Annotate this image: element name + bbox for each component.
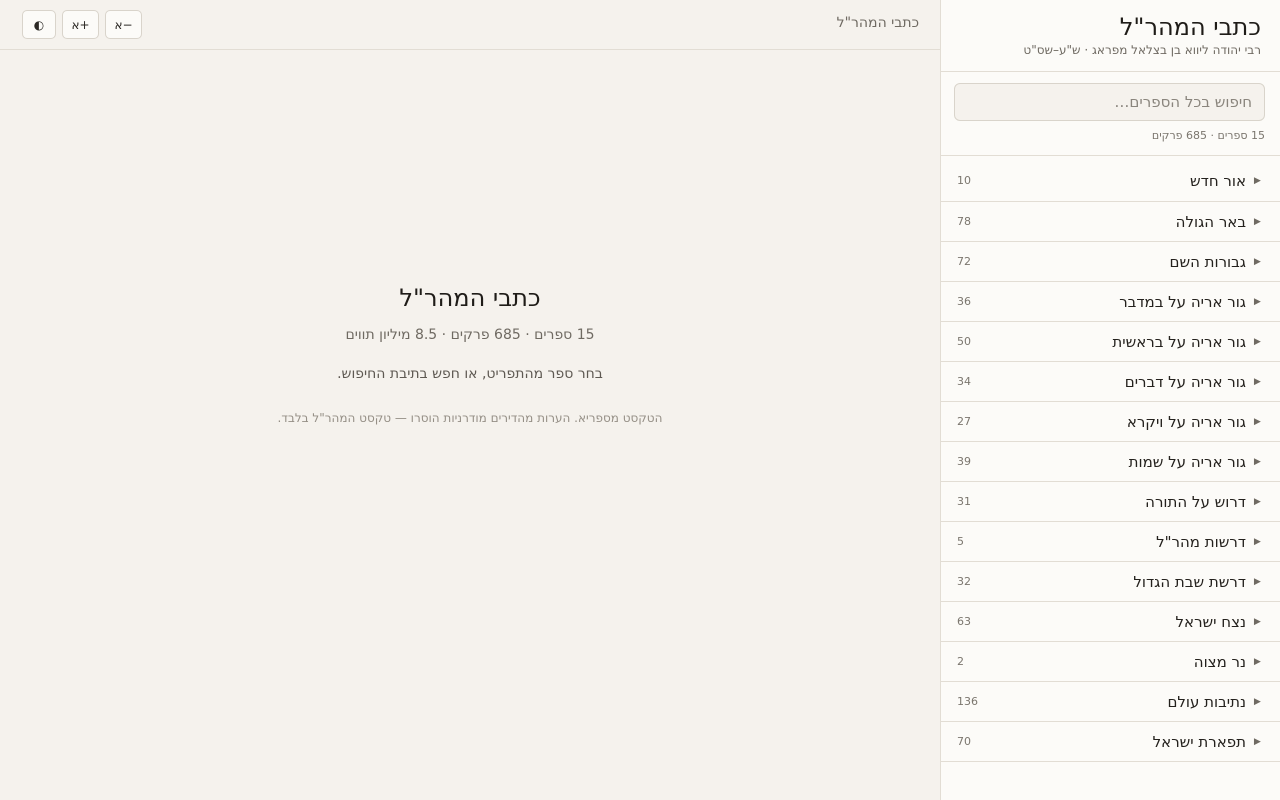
- expand-arrow-icon: ◀: [1254, 416, 1261, 427]
- library-stats: 15 ספרים · 685 פרקים: [1151, 129, 1265, 142]
- welcome-title: כתבי המהר"ל: [399, 284, 541, 312]
- book-item[interactable]: ◀ גור אריה על בראשית 50: [941, 322, 1280, 362]
- book-name: גבורות השם: [1169, 252, 1246, 271]
- book-item[interactable]: ◀ אור חדש 10: [941, 156, 1280, 202]
- book-item[interactable]: ◀ דרוש על התורה 31: [941, 482, 1280, 522]
- book-name: גור אריה על ויקרא: [1126, 412, 1246, 431]
- source-note: הטקסט מספריא. הערות מהדירים מודרניות הוס…: [277, 411, 663, 425]
- chapter-count: 31: [957, 495, 971, 508]
- book-item[interactable]: ◀ גור אריה על דברים 34: [941, 362, 1280, 402]
- expand-arrow-icon: ◀: [1254, 336, 1261, 347]
- chapter-count: 70: [957, 735, 971, 748]
- chapter-count: 50: [957, 335, 971, 348]
- chapter-count: 36: [957, 295, 971, 308]
- chapter-count: 78: [957, 215, 971, 228]
- sidebar-title: כתבי המהר"ל: [1119, 13, 1261, 41]
- expand-arrow-icon: ◀: [1254, 696, 1261, 707]
- chapter-count: 72: [957, 255, 971, 268]
- expand-arrow-icon: ◀: [1254, 256, 1261, 267]
- book-item[interactable]: ◀ באר הגולה 78: [941, 202, 1280, 242]
- book-name: גור אריה על במדבר: [1119, 292, 1246, 311]
- contrast-icon: ◐: [33, 17, 45, 32]
- book-name: אור חדש: [1190, 171, 1246, 190]
- book-list: ◀ אור חדש 10 ◀ באר הגולה 78 ◀ גבורות השם 72 ◀ גור …: [941, 156, 1280, 762]
- book-name: דרוש על התורה: [1145, 492, 1246, 511]
- chapter-count: 63: [957, 615, 971, 628]
- chapter-count: 5: [957, 535, 964, 548]
- book-name: דרשות מהר"ל: [1156, 532, 1246, 551]
- expand-arrow-icon: ◀: [1254, 616, 1261, 627]
- book-item[interactable]: ◀ גור אריה על במדבר 36: [941, 282, 1280, 322]
- book-item[interactable]: ◀ נתיבות עולם 136: [941, 682, 1280, 722]
- book-name: באר הגולה: [1175, 212, 1246, 231]
- chapter-count: 136: [957, 695, 978, 708]
- top-bar: ◐ א+ א− כתבי המהר"ל: [0, 0, 940, 50]
- welcome-stats: 15 ספרים · 685 פרקים · 8.5 מיליון תווים: [345, 327, 595, 343]
- chapter-count: 27: [957, 415, 971, 428]
- sidebar-header: כתבי המהר"ל רבי יהודה ליווא בן בצלאל מפר…: [941, 0, 1280, 72]
- expand-arrow-icon: ◀: [1254, 496, 1261, 507]
- chapter-count: 2: [957, 655, 964, 668]
- expand-arrow-icon: ◀: [1254, 736, 1261, 747]
- book-name: נתיבות עולם: [1167, 692, 1246, 711]
- font-decrease-button[interactable]: א−: [105, 10, 142, 39]
- expand-arrow-icon: ◀: [1254, 456, 1261, 467]
- chapter-count: 39: [957, 455, 971, 468]
- expand-arrow-icon: ◀: [1254, 576, 1261, 587]
- book-name: גור אריה על בראשית: [1112, 332, 1246, 351]
- book-name: גור אריה על דברים: [1124, 372, 1246, 391]
- expand-arrow-icon: ◀: [1254, 656, 1261, 667]
- search-section: 15 ספרים · 685 פרקים: [941, 72, 1280, 156]
- chapter-count: 34: [957, 375, 971, 388]
- font-increase-button[interactable]: א+: [62, 10, 99, 39]
- expand-arrow-icon: ◀: [1254, 376, 1261, 387]
- topbar-title: כתבי המהר"ל: [836, 15, 919, 31]
- book-name: נצח ישראל: [1175, 612, 1246, 631]
- book-item[interactable]: ◀ נר מצוה 2: [941, 642, 1280, 682]
- chapter-count: 10: [957, 174, 971, 187]
- theme-toggle-button[interactable]: ◐: [22, 10, 56, 39]
- expand-arrow-icon: ◀: [1254, 296, 1261, 307]
- book-item[interactable]: ◀ דרשת שבת הגדול 32: [941, 562, 1280, 602]
- sidebar: כתבי המהר"ל רבי יהודה ליווא בן בצלאל מפר…: [940, 0, 1280, 800]
- book-item[interactable]: ◀ גור אריה על ויקרא 27: [941, 402, 1280, 442]
- expand-arrow-icon: ◀: [1254, 175, 1261, 186]
- chapter-count: 32: [957, 575, 971, 588]
- book-item[interactable]: ◀ תפארת ישראל 70: [941, 722, 1280, 762]
- book-item[interactable]: ◀ דרשות מהר"ל 5: [941, 522, 1280, 562]
- welcome-panel: כתבי המהר"ל 15 ספרים · 685 פרקים · 8.5 מ…: [0, 50, 940, 800]
- welcome-prompt: בחר ספר מהתפריט, או חפש בתיבת החיפוש.: [337, 366, 603, 382]
- expand-arrow-icon: ◀: [1254, 216, 1261, 227]
- book-name: גור אריה על שמות: [1128, 452, 1246, 471]
- expand-arrow-icon: ◀: [1254, 536, 1261, 547]
- book-name: נר מצוה: [1193, 652, 1246, 671]
- book-name: דרשת שבת הגדול: [1133, 572, 1246, 591]
- book-item[interactable]: ◀ גור אריה על שמות 39: [941, 442, 1280, 482]
- book-item[interactable]: ◀ נצח ישראל 63: [941, 602, 1280, 642]
- search-input[interactable]: [954, 83, 1265, 121]
- book-item[interactable]: ◀ גבורות השם 72: [941, 242, 1280, 282]
- sidebar-subtitle: רבי יהודה ליווא בן בצלאל מפראג · ש"ע–שס"…: [1023, 43, 1261, 57]
- book-name: תפארת ישראל: [1152, 732, 1246, 751]
